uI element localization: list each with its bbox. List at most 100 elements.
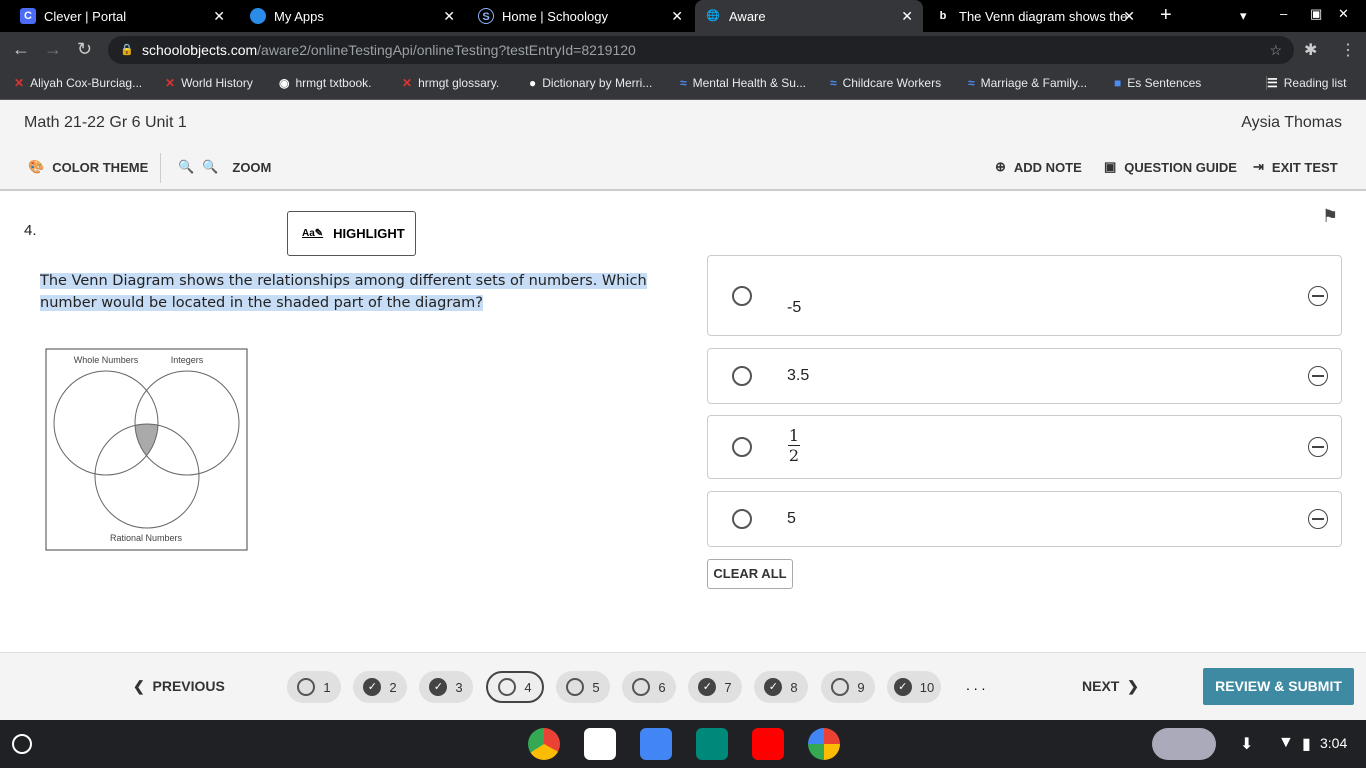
star-icon[interactable]: ☆ [1269,36,1282,64]
tab-aware[interactable]: 🌐 Aware ✕ [695,0,923,32]
question-nav-5[interactable]: 5 [556,671,610,703]
question-nav-4[interactable]: 4 [486,671,544,703]
radio-button[interactable] [732,509,752,529]
previous-label: PREVIOUS [152,678,225,694]
bookmark[interactable]: ≈ Childcare Workers [830,76,941,90]
url-path: /aware2/onlineTestingApi/onlineTesting?t… [257,42,636,58]
guide-icon: ▣ [1104,159,1117,174]
bookmark[interactable]: ◉ hrmgt txtbook. [279,76,372,90]
radio-button[interactable] [732,366,752,386]
zoom-out-icon[interactable]: 🔍 [178,159,194,175]
bookmark-label: Aliyah Cox-Burciag... [30,76,143,90]
exit-test-button[interactable]: ⇥ EXIT TEST [1253,159,1338,175]
question-nav-8[interactable]: ✓ 8 [754,671,808,703]
clear-all-button[interactable]: CLEAR ALL [707,559,793,589]
tab-title: Clever | Portal [44,8,127,24]
meet-icon[interactable] [696,728,728,760]
eliminate-icon[interactable] [1308,286,1328,306]
radio-button[interactable] [732,286,752,306]
url-input[interactable]: 🔒 schoolobjects.com/aware2/onlineTestingA… [108,36,1294,64]
more-questions-button[interactable]: . . . [966,677,985,693]
files-icon[interactable] [640,728,672,760]
circle-icon [498,678,517,696]
answer-option-a[interactable]: -5 [707,255,1342,336]
youtube-icon[interactable] [752,728,784,760]
bookmark-label: Marriage & Family... [980,76,1088,90]
question-guide-label: QUESTION GUIDE [1124,159,1237,175]
bookmark[interactable]: ✕ Aliyah Cox-Burciag... [14,76,142,90]
numerator: 1 [788,426,800,446]
tab-my-apps[interactable]: My Apps ✕ [240,0,465,32]
question-nav-2[interactable]: ✓ 2 [353,671,407,703]
color-theme-button[interactable]: 🎨 COLOR THEME [28,159,148,175]
tab-title: My Apps [274,8,324,24]
bookmark[interactable]: ≈ Marriage & Family... [968,76,1087,90]
maximize-icon[interactable]: ▣ [1310,6,1322,22]
bookmark[interactable]: ● Dictionary by Merri... [529,76,652,90]
reading-list[interactable]: ☰ Reading list [1266,76,1346,90]
bookmark-label: Es Sentences [1127,76,1202,90]
photos-icon[interactable] [808,728,840,760]
holding-space[interactable] [1152,728,1216,760]
new-tab-button[interactable]: + [1160,4,1172,27]
tab-title: Aware [729,8,766,24]
clock[interactable]: 3:04 [1320,735,1347,751]
answer-option-b[interactable]: 3.5 [707,348,1342,404]
question-nav-3[interactable]: ✓ 3 [419,671,473,703]
bookmark-icon: ✕ [14,76,25,90]
question-guide-button[interactable]: ▣ QUESTION GUIDE [1104,159,1237,175]
tab-schoology[interactable]: S Home | Schoology ✕ [468,0,693,32]
highlight-button[interactable]: Aa✎ HIGHLIGHT [287,211,416,256]
close-icon[interactable]: ✕ [213,8,225,25]
fraction: 12 [788,426,800,465]
zoom-in-icon[interactable]: 🔍 [202,159,218,175]
launcher-icon[interactable] [12,734,32,754]
back-icon[interactable]: ← [12,39,30,60]
eliminate-icon[interactable] [1308,509,1328,529]
question-nav-9[interactable]: 9 [821,671,875,703]
tab-venn[interactable]: b The Venn diagram shows the ✕ [925,0,1145,32]
forward-icon[interactable]: → [44,39,62,60]
review-submit-button[interactable]: REVIEW & SUBMIT [1203,668,1354,705]
bookmark-label: Dictionary by Merri... [542,76,653,90]
question-nav-6[interactable]: 6 [622,671,676,703]
extensions-icon[interactable]: ✱ [1304,40,1317,60]
bookmark[interactable]: ✕ hrmgt glossary. [402,76,499,90]
answer-option-c[interactable]: 12 [707,415,1342,479]
close-window-icon[interactable]: ✕ [1338,6,1349,22]
circle-icon [632,678,651,696]
menu-icon[interactable]: ⋮ [1340,40,1356,60]
venn-label-whole: Whole Numbers [74,355,139,365]
close-icon[interactable]: ✕ [443,8,455,25]
lock-icon: 🔒 [120,44,134,56]
add-note-label: ADD NOTE [1013,159,1082,175]
next-button[interactable]: NEXT ❯ [1082,678,1139,695]
chrome-icon[interactable] [528,728,560,760]
radio-button[interactable] [732,437,752,457]
clever-icon: C [20,8,36,24]
question-nav-1[interactable]: 1 [287,671,341,703]
eliminate-icon[interactable] [1308,437,1328,457]
bookmark[interactable]: ✕ World History [165,76,253,90]
question-nav-number: 2 [389,679,397,695]
add-note-button[interactable]: ⊕ ADD NOTE [995,159,1082,175]
answer-option-d[interactable]: 5 [707,491,1342,547]
tab-search-icon[interactable]: ▾ [1240,8,1247,24]
bookmark[interactable]: ■ Es Sentences [1114,76,1201,90]
minimize-icon[interactable]: – [1280,6,1287,21]
question-nav-7[interactable]: ✓ 7 [688,671,742,703]
question-nav-number: 1 [323,679,331,695]
question-nav-10[interactable]: ✓ 10 [887,671,941,703]
gmail-icon[interactable] [584,728,616,760]
close-icon[interactable]: ✕ [901,8,913,25]
previous-button[interactable]: ❮ PREVIOUS [133,678,225,695]
close-icon[interactable]: ✕ [1123,8,1135,25]
bookmark[interactable]: ≈ Mental Health & Su... [680,76,806,90]
close-icon[interactable]: ✕ [671,8,683,25]
tab-clever[interactable]: C Clever | Portal ✕ [10,0,235,32]
flag-icon[interactable]: ⚑ [1322,206,1338,227]
eliminate-icon[interactable] [1308,366,1328,386]
bookmark-icon: ≈ [830,76,837,90]
bookmarks-bar: ✕ Aliyah Cox-Burciag... ✕ World History ◉ h… [0,68,1366,100]
reload-icon[interactable]: ↻ [77,39,92,60]
